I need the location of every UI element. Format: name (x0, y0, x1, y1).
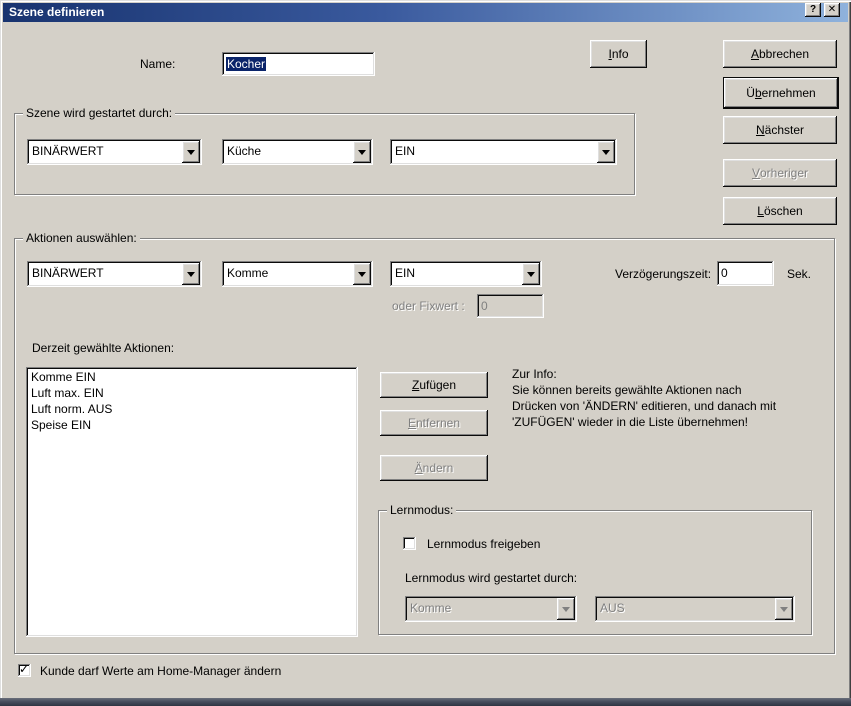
actions-group-title: Aktionen auswählen: (23, 231, 140, 245)
info-note-line: Drücken von 'ÄNDERN' editieren, und dana… (512, 398, 776, 414)
lernmodus-group-title: Lernmodus: (387, 503, 456, 517)
actions-list-label: Derzeit gewählte Aktionen: (32, 341, 174, 355)
delay-unit-label: Sek. (787, 267, 811, 281)
checkmark-icon: ✓ (19, 662, 29, 676)
chevron-down-icon (557, 598, 575, 620)
cancel-button[interactable]: Abbrechen (723, 40, 837, 68)
info-note-line: 'ZUFÜGEN' wieder in die Liste übernehmen… (512, 414, 776, 430)
next-button[interactable]: Nächster (723, 116, 837, 144)
list-item[interactable]: Luft norm. AUS (26, 401, 358, 417)
lernmodus-checkbox[interactable] (403, 537, 416, 550)
customer-change-checkbox[interactable]: ✓ (18, 664, 31, 677)
chevron-down-icon (775, 598, 793, 620)
add-action-button[interactable]: Zufügen (380, 372, 488, 398)
list-item[interactable]: Komme EIN (26, 369, 358, 385)
list-item[interactable]: Speise EIN (26, 417, 358, 433)
action-value-dropdown[interactable]: EIN (390, 261, 542, 287)
info-button[interactable]: Info (590, 40, 647, 68)
chevron-down-icon[interactable] (353, 263, 371, 285)
previous-button: Vorheriger (723, 159, 837, 187)
chevron-down-icon[interactable] (522, 263, 540, 285)
delay-label: Verzögerungszeit: (615, 267, 711, 281)
action-target-dropdown[interactable]: Komme (222, 261, 373, 287)
trigger-source-dropdown[interactable]: Küche (222, 139, 373, 165)
lernmodus-trigger-dropdown: Komme (405, 596, 577, 622)
trigger-type-dropdown[interactable]: BINÄRWERT (27, 139, 202, 165)
close-icon[interactable]: ✕ (824, 3, 840, 17)
info-note: Zur Info: Sie können bereits gewählte Ak… (512, 366, 776, 430)
delay-input[interactable]: 0 (717, 261, 774, 286)
trigger-value-dropdown[interactable]: EIN (390, 139, 617, 165)
chevron-down-icon[interactable] (597, 141, 615, 163)
chevron-down-icon[interactable] (182, 141, 200, 163)
fixwert-label: oder Fixwert : (392, 299, 465, 313)
name-input[interactable]: Kocher (222, 52, 375, 76)
window-title: Szene definieren (9, 5, 104, 19)
action-type-dropdown[interactable]: BINÄRWERT (27, 261, 202, 287)
name-input-selected-text: Kocher (226, 57, 266, 71)
customer-change-checkbox-label: Kunde darf Werte am Home-Manager ändern (40, 664, 281, 678)
info-note-line: Zur Info: (512, 366, 776, 382)
list-item[interactable]: Luft max. EIN (26, 385, 358, 401)
help-icon[interactable]: ? (805, 3, 821, 17)
name-label: Name: (140, 57, 175, 71)
bottom-edge (0, 698, 851, 706)
edit-action-button: Ändern (380, 455, 488, 481)
delete-button[interactable]: Löschen (723, 197, 837, 225)
lernmodus-checkbox-label: Lernmodus freigeben (427, 537, 540, 551)
remove-action-button: Entfernen (380, 410, 488, 436)
szene-definieren-dialog: Szene definieren ? ✕ Name: Kocher Info A… (0, 0, 851, 706)
chevron-down-icon[interactable] (353, 141, 371, 163)
chevron-down-icon[interactable] (182, 263, 200, 285)
apply-button[interactable]: Übernehmen (723, 77, 839, 109)
info-note-line: Sie können bereits gewählte Aktionen nac… (512, 382, 776, 398)
title-bar[interactable]: Szene definieren (3, 3, 848, 22)
fixwert-input: 0 (477, 294, 544, 318)
lernmodus-started-by-label: Lernmodus wird gestartet durch: (405, 571, 577, 585)
trigger-group-title: Szene wird gestartet durch: (23, 106, 175, 120)
actions-list[interactable]: Komme EIN Luft max. EIN Luft norm. AUS S… (26, 367, 358, 637)
lernmodus-value-dropdown: AUS (595, 596, 795, 622)
